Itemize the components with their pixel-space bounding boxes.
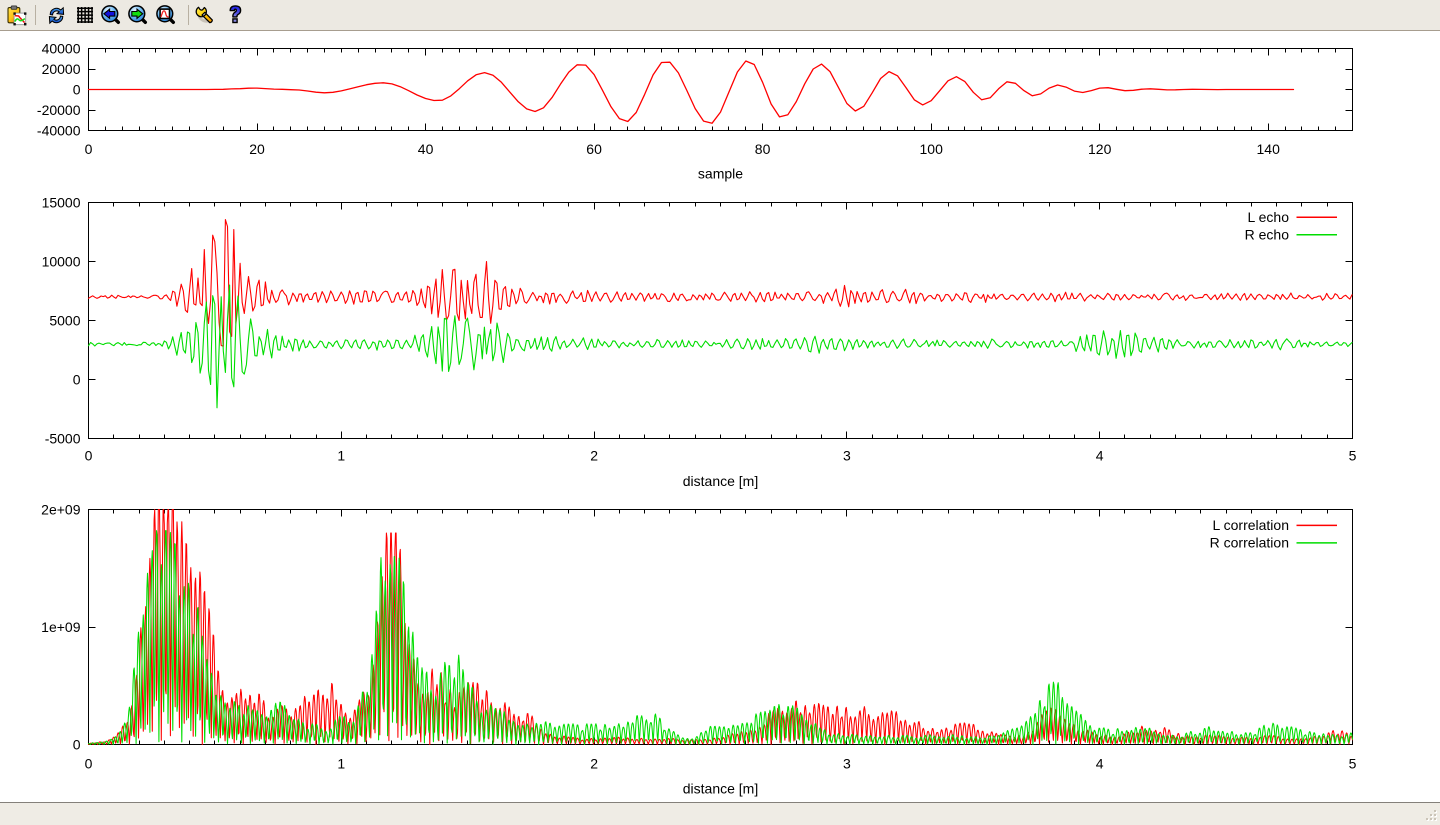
svg-text:1e+09: 1e+09 [41,619,81,635]
svg-text:4: 4 [1096,447,1104,463]
svg-text:0: 0 [85,447,93,463]
svg-text:5000: 5000 [49,312,80,328]
svg-text:4: 4 [1096,755,1104,771]
svg-text:100: 100 [920,141,944,157]
svg-text:140: 140 [1257,141,1281,157]
svg-text:L echo: L echo [1247,209,1289,225]
svg-text:R correlation: R correlation [1210,535,1289,551]
svg-text:0: 0 [85,141,93,157]
svg-text:L correlation: L correlation [1212,517,1289,533]
svg-text:2: 2 [590,447,598,463]
svg-text:5: 5 [1349,447,1357,463]
svg-text:5: 5 [1349,755,1357,771]
svg-text:15000: 15000 [42,194,81,210]
svg-text:1: 1 [337,755,345,771]
svg-text:distance [m]: distance [m] [683,780,758,796]
svg-text:distance [m]: distance [m] [683,473,758,489]
svg-text:0: 0 [85,755,93,771]
svg-text:10000: 10000 [42,253,81,269]
svg-text:-5000: -5000 [45,430,81,446]
svg-text:40000: 40000 [42,40,81,56]
svg-text:80: 80 [755,141,771,157]
svg-text:-40000: -40000 [37,122,81,138]
svg-text:2e+09: 2e+09 [41,501,81,517]
svg-text:R echo: R echo [1245,227,1290,243]
svg-text:0: 0 [73,371,81,387]
svg-text:40: 40 [418,141,434,157]
svg-text:20: 20 [249,141,265,157]
svg-text:0: 0 [73,81,81,97]
svg-text:sample: sample [698,165,743,181]
svg-text:2: 2 [590,755,598,771]
svg-text:20000: 20000 [42,61,81,77]
svg-text:-20000: -20000 [37,102,81,118]
svg-text:0: 0 [73,736,81,752]
svg-text:3: 3 [843,755,851,771]
svg-text:120: 120 [1088,141,1112,157]
svg-text:60: 60 [586,141,602,157]
svg-text:1: 1 [337,447,345,463]
svg-text:3: 3 [843,447,851,463]
